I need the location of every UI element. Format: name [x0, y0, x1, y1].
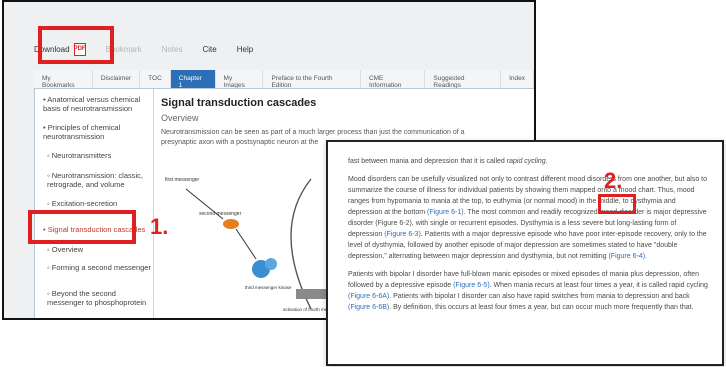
- p3-text-c: . Patients with bipolar I disorder can a…: [389, 293, 690, 300]
- popup-paragraph-2: Mood disorders can be usefully visualize…: [348, 174, 708, 262]
- signal-transduction-highlight-box: [28, 210, 136, 244]
- book-text-popup: fast between mania and depression that i…: [326, 140, 724, 366]
- sidebar-item-principles[interactable]: • Principles of chemical neurotransmissi…: [43, 123, 148, 141]
- kinase-label: third messenger kinase: [245, 285, 292, 290]
- figure-6-4-link[interactable]: (Figure 6-4): [608, 253, 645, 260]
- help-button[interactable]: Help: [237, 45, 253, 54]
- popup-line-1-text: fast between mania and depression that i…: [348, 158, 507, 165]
- sidebar-item-overview[interactable]: ◦ Overview: [43, 245, 152, 254]
- sidebar-item-excitation[interactable]: ◦ Excitation-secretion: [43, 199, 152, 208]
- second-messenger-label: second messenger: [199, 211, 242, 217]
- section-subtitle: Overview: [161, 113, 199, 123]
- sidebar-item-beyond[interactable]: ◦ Beyond the second messenger to phospho…: [43, 289, 152, 307]
- download-highlight-box: [38, 26, 114, 64]
- p2-text-d: .: [645, 253, 647, 260]
- figure-6-1-link[interactable]: (Figure 6-1): [427, 209, 464, 216]
- second-messenger-shape: [223, 219, 239, 229]
- first-messenger-label: first messenger: [165, 177, 200, 183]
- notes-label: Notes: [161, 44, 183, 54]
- popup-text: fast between mania and depression that i…: [348, 156, 708, 320]
- step-1-label: 1.: [150, 214, 169, 239]
- p3-text-d: . By definition, this occurs at least fo…: [389, 304, 694, 311]
- figure-6-5-link[interactable]: (Figure 6-5): [453, 282, 490, 289]
- help-label: Help: [236, 44, 254, 54]
- step-2-label: 2.: [604, 168, 623, 193]
- sidebar-item-neurotransmission[interactable]: ◦ Neurotransmission: classic, retrograde…: [43, 171, 152, 189]
- cite-button[interactable]: Cite: [203, 45, 217, 54]
- figure-6-3-link[interactable]: (Figure 6-3): [384, 231, 421, 238]
- popup-line-1: fast between mania and depression that i…: [348, 156, 708, 167]
- chapter-sidebar: • Anatomical versus chemical basis of ne…: [35, 89, 154, 318]
- cite-label: Cite: [202, 44, 217, 54]
- sidebar-item-second-messenger[interactable]: ◦ Forming a second messenger: [43, 263, 152, 272]
- sidebar-item-anatomical[interactable]: • Anatomical versus chemical basis of ne…: [43, 95, 148, 113]
- sidebar-item-neurotransmitters[interactable]: ◦ Neurotransmitters: [43, 151, 152, 160]
- notes-button[interactable]: Notes: [162, 45, 183, 54]
- popup-line-1-emphasis: rapid cycling.: [506, 158, 548, 165]
- popup-paragraph-3: Patients with bipolar I disorder have fu…: [348, 269, 708, 313]
- section-title: Signal transduction cascades: [161, 97, 317, 109]
- figure-6-6b-link[interactable]: (Figure 6-6B): [348, 304, 389, 311]
- figure-link-highlight-box: [598, 194, 636, 214]
- p3-text-b: . When mania recurs at least four times …: [489, 282, 708, 289]
- figure-6-6a-link[interactable]: (Figure 6-6A): [348, 293, 389, 300]
